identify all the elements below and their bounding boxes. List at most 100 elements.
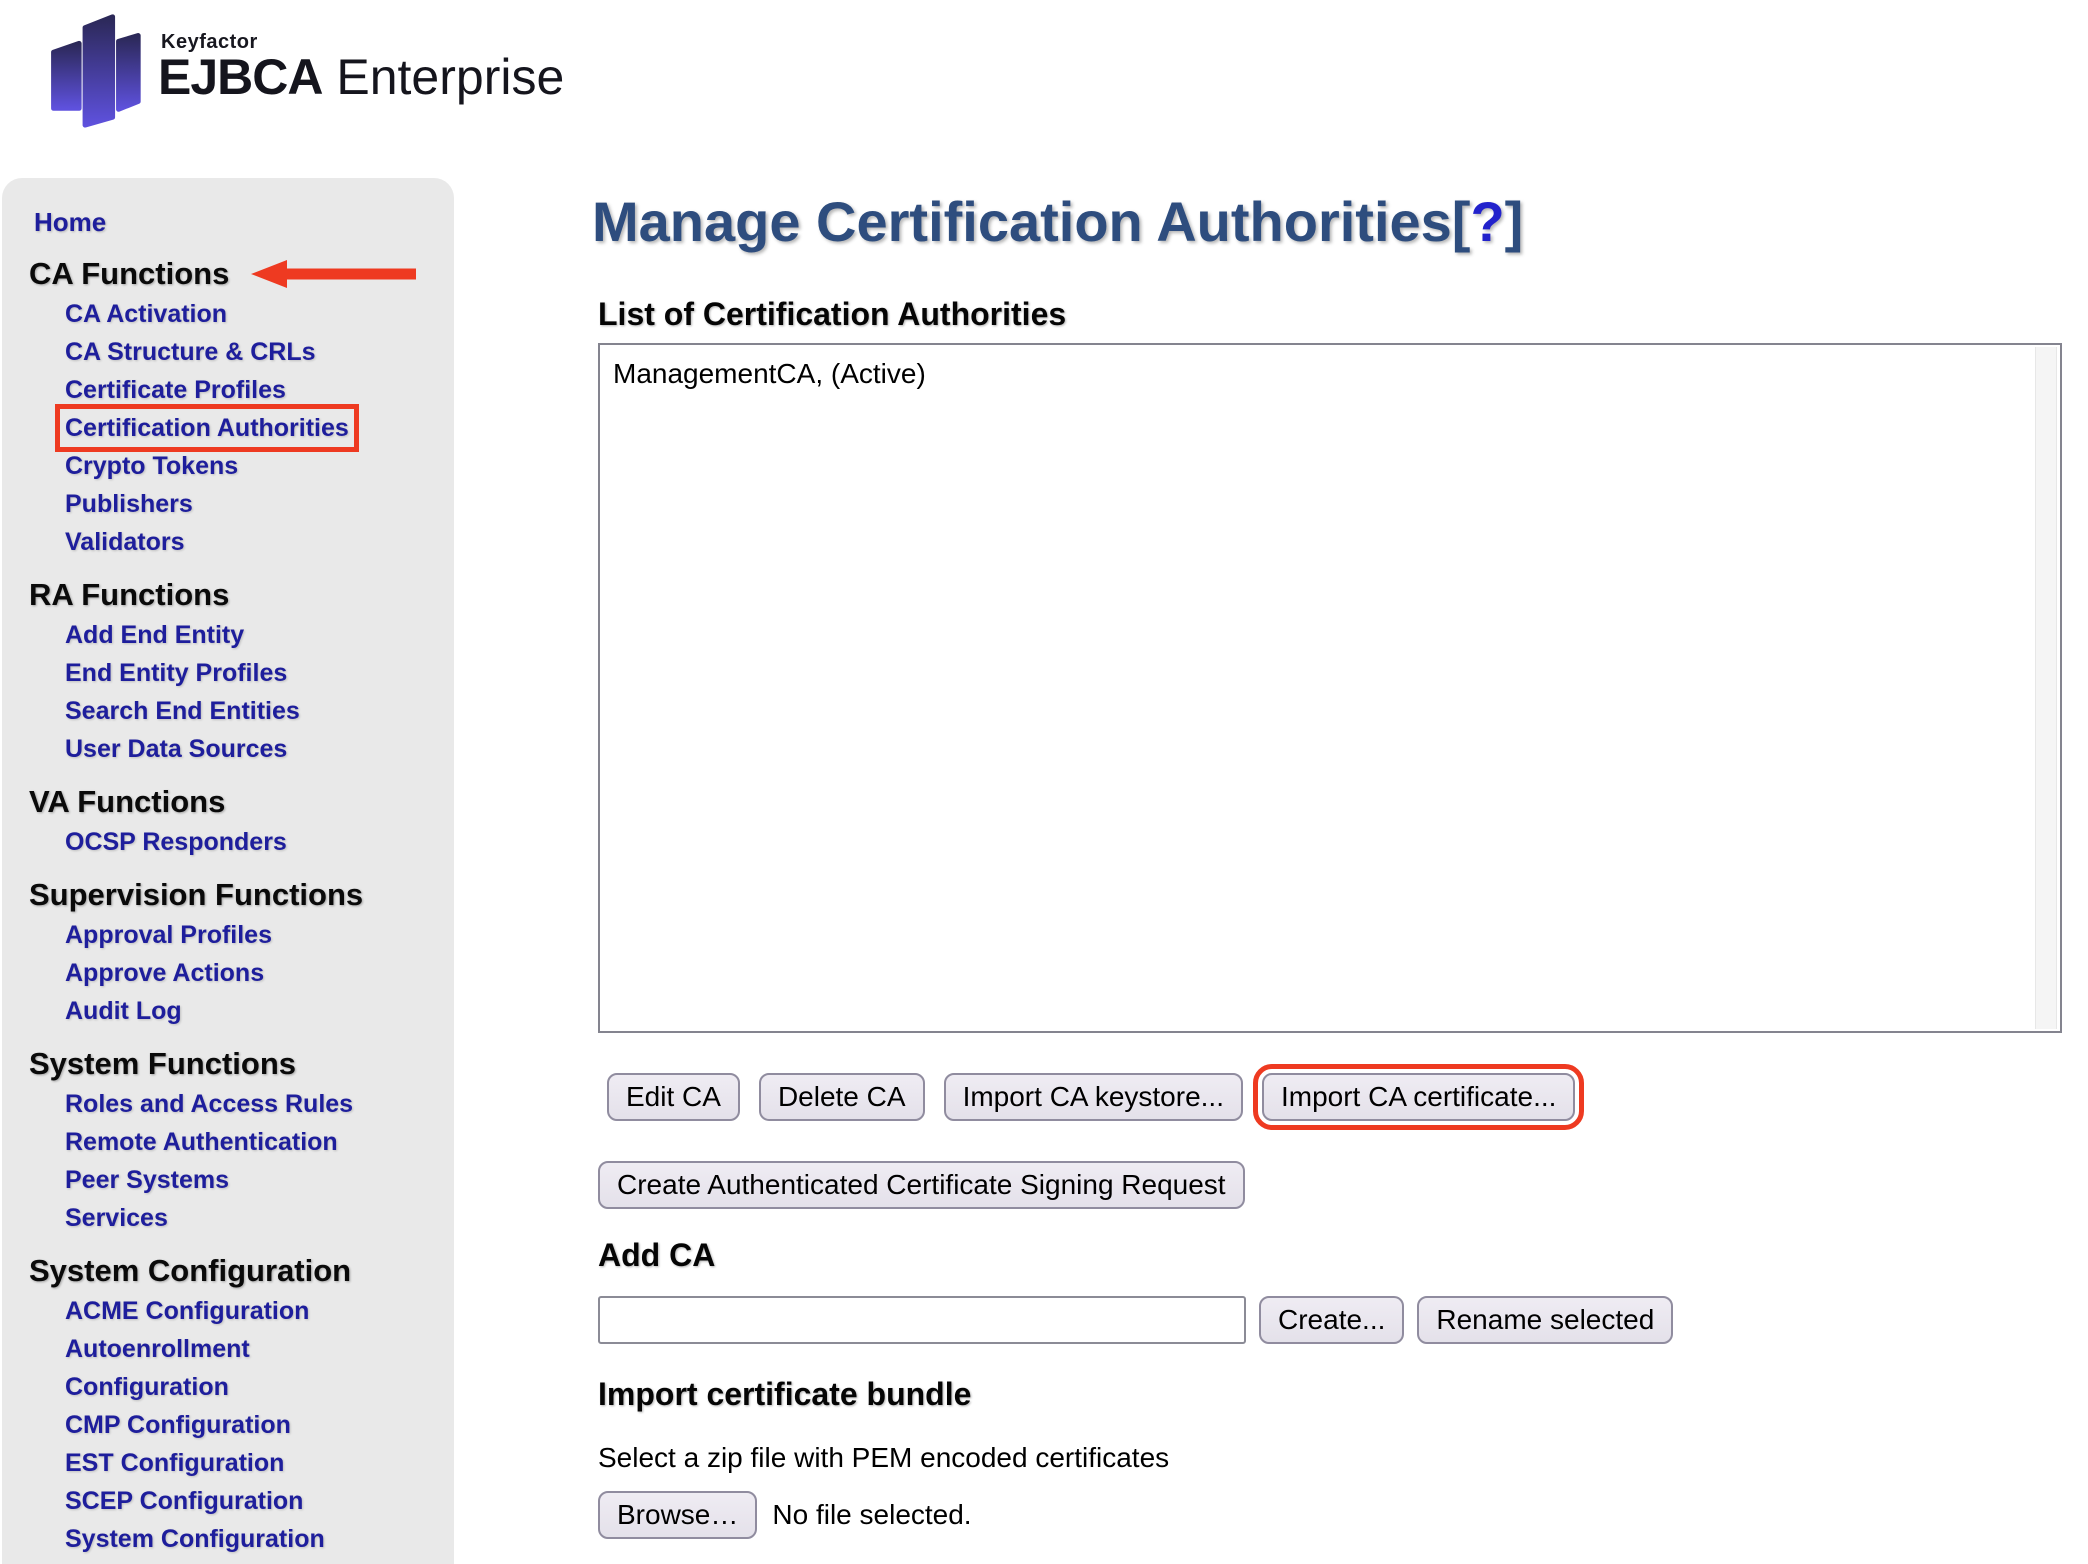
create-csr-button[interactable]: Create Authenticated Certificate Signing… xyxy=(598,1161,1245,1209)
sidebar-item-label: End Entity Profiles xyxy=(65,659,287,687)
sidebar-item-label: SCEP Configuration xyxy=(65,1487,303,1515)
sidebar-section-system-configuration: System Configuration ACME Configuration Au… xyxy=(2,1250,454,1558)
sidebar-item-label: Services xyxy=(65,1204,168,1232)
sidebar-item-audit-log[interactable]: Audit Log xyxy=(65,992,410,1030)
import-bundle-hint: Select a zip file with PEM encoded certi… xyxy=(598,1441,1169,1475)
sidebar-item-label: Audit Log xyxy=(65,997,182,1025)
sidebar-item-acme-configuration[interactable]: ACME Configuration xyxy=(65,1292,410,1330)
sidebar-header-label: CA Functions xyxy=(29,256,229,292)
sidebar-item-cmp-configuration[interactable]: CMP Configuration xyxy=(65,1406,410,1444)
sidebar-section-ca-functions: CA Functions CA Activation CA Structure & … xyxy=(2,253,454,561)
sidebar-header-va-functions: VA Functions xyxy=(29,781,454,823)
sidebar-header-label: System Configuration xyxy=(29,1253,351,1289)
sidebar-item-autoenrollment-configuration[interactable]: Autoenrollment Configuration xyxy=(65,1330,410,1406)
sidebar-item-remote-authentication[interactable]: Remote Authentication xyxy=(65,1123,410,1161)
annotation-arrow-icon xyxy=(251,258,416,290)
sidebar-section-supervision-functions: Supervision Functions Approval Profiles Ap… xyxy=(2,874,454,1030)
sidebar-item-label: CMP Configuration xyxy=(65,1411,291,1439)
sidebar-item-approve-actions[interactable]: Approve Actions xyxy=(65,954,410,992)
sidebar-item-roles-and-access-rules[interactable]: Roles and Access Rules xyxy=(65,1085,410,1123)
page-title-text: Manage Certification Authorities xyxy=(592,190,1452,253)
sidebar-item-label: EST Configuration xyxy=(65,1449,284,1477)
sidebar-item-label: User Data Sources xyxy=(65,735,287,763)
sidebar-item-end-entity-profiles[interactable]: End Entity Profiles xyxy=(65,654,410,692)
sidebar-item-search-end-entities[interactable]: Search End Entities xyxy=(65,692,410,730)
edit-ca-button[interactable]: Edit CA xyxy=(607,1073,740,1121)
sidebar-header-label: Supervision Functions xyxy=(29,877,363,913)
browse-row: Browse… No file selected. xyxy=(598,1491,972,1539)
sidebar-item-ca-activation[interactable]: CA Activation xyxy=(65,295,410,333)
sidebar-header-label: System Functions xyxy=(29,1046,296,1082)
sidebar-item-home[interactable]: Home xyxy=(34,204,454,240)
brand-edition: Enterprise xyxy=(322,49,564,105)
add-ca-heading: Add CA xyxy=(598,1237,715,1273)
sidebar-header-label: VA Functions xyxy=(29,784,225,820)
sidebar-item-services[interactable]: Services xyxy=(65,1199,410,1237)
sidebar-item-certification-authorities[interactable]: Certification Authorities xyxy=(65,409,410,447)
sidebar-header-system-configuration: System Configuration xyxy=(29,1250,454,1292)
sidebar-item-label: Add End Entity xyxy=(65,621,244,649)
list-heading: List of Certification Authorities xyxy=(598,296,1066,332)
sidebar-item-ocsp-responders[interactable]: OCSP Responders xyxy=(65,823,410,861)
sidebar-item-label: Peer Systems xyxy=(65,1166,229,1194)
browse-button[interactable]: Browse… xyxy=(598,1491,757,1539)
brand-product: EJBCA Enterprise xyxy=(158,50,564,104)
ca-entries: ManagementCA, (Active) xyxy=(600,345,2060,391)
sidebar-item-add-end-entity[interactable]: Add End Entity xyxy=(65,616,410,654)
sidebar-item-label: Roles and Access Rules xyxy=(65,1090,353,1118)
sidebar-item-label: Certification Authorities xyxy=(65,414,349,442)
sidebar-header-ra-functions: RA Functions xyxy=(29,574,454,616)
sidebar-header-system-functions: System Functions xyxy=(29,1043,454,1085)
sidebar-item-label: Autoenrollment Configuration xyxy=(65,1335,250,1401)
add-ca-row: Create... Rename selected xyxy=(598,1296,1673,1344)
sidebar-item-label: Crypto Tokens xyxy=(65,452,238,480)
no-file-text: No file selected. xyxy=(772,1499,971,1531)
app-header: Keyfactor EJBCA Enterprise xyxy=(0,0,700,140)
sidebar-item-approval-profiles[interactable]: Approval Profiles xyxy=(65,916,410,954)
sidebar-header-supervision-functions: Supervision Functions xyxy=(29,874,454,916)
sidebar-item-label: ACME Configuration xyxy=(65,1297,309,1325)
sidebar: Home CA Functions CA Activation CA Structu… xyxy=(2,178,454,1564)
brand-product-name: EJBCA xyxy=(158,49,322,105)
sidebar-item-label: OCSP Responders xyxy=(65,828,287,856)
page-title: Manage Certification Authorities[?] xyxy=(592,192,1523,252)
sidebar-section-system-functions: System Functions Roles and Access Rules Re… xyxy=(2,1043,454,1237)
sidebar-item-label: System Configuration xyxy=(65,1525,325,1553)
create-button[interactable]: Create... xyxy=(1259,1296,1404,1344)
sidebar-section-ra-functions: RA Functions Add End Entity End Entity Pro… xyxy=(2,574,454,768)
sidebar-item-publishers[interactable]: Publishers xyxy=(65,485,410,523)
import-ca-certificate-button[interactable]: Import CA certificate... xyxy=(1262,1073,1575,1121)
sidebar-item-label: Approve Actions xyxy=(65,959,264,987)
sidebar-item-est-configuration[interactable]: EST Configuration xyxy=(65,1444,410,1482)
help-bracket-close: ] xyxy=(1505,190,1524,253)
sidebar-item-ca-structure-crls[interactable]: CA Structure & CRLs xyxy=(65,333,410,371)
help-link[interactable]: ? xyxy=(1470,190,1504,253)
sidebar-item-label: Validators xyxy=(65,528,185,556)
sidebar-item-peer-systems[interactable]: Peer Systems xyxy=(65,1161,410,1199)
sidebar-sections: CA Functions CA Activation CA Structure & … xyxy=(2,253,454,1558)
sidebar-item-user-data-sources[interactable]: User Data Sources xyxy=(65,730,410,768)
sidebar-item-system-configuration[interactable]: System Configuration xyxy=(65,1520,410,1558)
sidebar-item-certificate-profiles[interactable]: Certificate Profiles xyxy=(65,371,410,409)
sidebar-item-scep-configuration[interactable]: SCEP Configuration xyxy=(65,1482,410,1520)
delete-ca-button[interactable]: Delete CA xyxy=(759,1073,925,1121)
import-ca-keystore-button[interactable]: Import CA keystore... xyxy=(944,1073,1243,1121)
sidebar-item-label: Approval Profiles xyxy=(65,921,272,949)
sidebar-item-label: CA Structure & CRLs xyxy=(65,338,316,366)
sidebar-header-ca-functions: CA Functions xyxy=(29,253,454,295)
sidebar-item-label: Certificate Profiles xyxy=(65,376,286,404)
sidebar-item-label: CA Activation xyxy=(65,300,227,328)
sidebar-item-crypto-tokens[interactable]: Crypto Tokens xyxy=(65,447,410,485)
add-ca-input[interactable] xyxy=(598,1296,1246,1344)
rename-selected-button[interactable]: Rename selected xyxy=(1417,1296,1673,1344)
import-bundle-heading: Import certificate bundle xyxy=(598,1376,971,1412)
ca-listbox[interactable]: ManagementCA, (Active) xyxy=(598,343,2062,1033)
csr-row: Create Authenticated Certificate Signing… xyxy=(598,1161,1245,1209)
sidebar-item-label: Search End Entities xyxy=(65,697,300,725)
help-bracket-open: [ xyxy=(1452,190,1471,253)
ca-list-entry[interactable]: ManagementCA, (Active) xyxy=(600,345,2060,391)
sidebar-item-validators[interactable]: Validators xyxy=(65,523,410,561)
sidebar-section-va-functions: VA Functions OCSP Responders xyxy=(2,781,454,861)
sidebar-item-label: Remote Authentication xyxy=(65,1128,338,1156)
listbox-scrollbar[interactable] xyxy=(2035,347,2057,1029)
